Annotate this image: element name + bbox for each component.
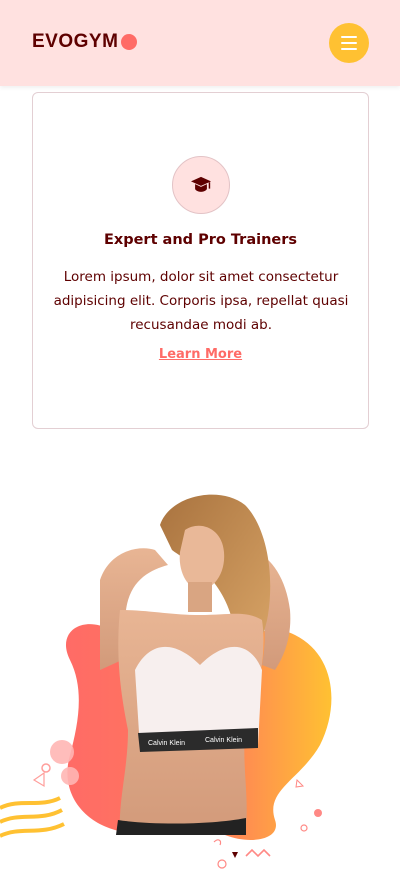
hamburger-menu-icon <box>341 36 357 38</box>
benefit-description: Lorem ipsum, dolor sit amet consectetur … <box>53 269 349 333</box>
logo-text: EVOGYM <box>32 31 119 52</box>
svg-text:Calvin Klein: Calvin Klein <box>205 737 242 744</box>
menu-button[interactable] <box>329 23 369 63</box>
hero-graphic: Calvin Klein Calvin Klein <box>0 490 400 870</box>
logo[interactable]: EVOGYM <box>32 31 138 53</box>
svg-text:Calvin Klein: Calvin Klein <box>148 740 185 747</box>
benefit-icon-circle <box>172 156 230 214</box>
benefit-title: Expert and Pro Trainers <box>103 232 298 248</box>
graduation-cap-icon <box>191 176 211 192</box>
site-header: EVOGYM <box>0 0 400 86</box>
hero-illustration: Calvin Klein Calvin Klein <box>0 494 332 869</box>
benefit-card: Expert and Pro Trainers Lorem ipsum, dol… <box>32 92 369 429</box>
logo-dot-icon <box>121 34 138 50</box>
learn-more-link[interactable]: Learn More <box>33 347 368 362</box>
